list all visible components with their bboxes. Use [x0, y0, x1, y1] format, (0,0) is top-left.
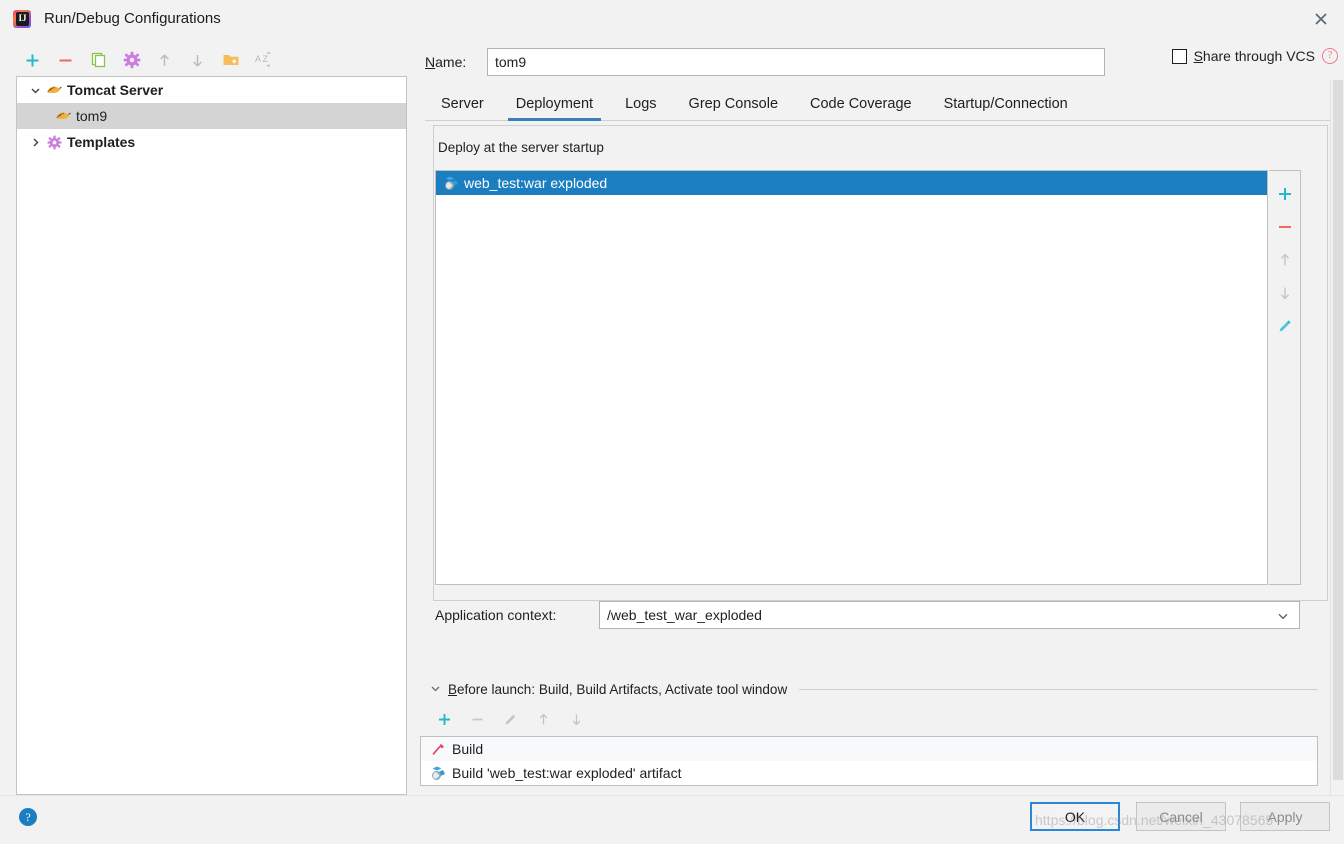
edit-artifact-button[interactable] — [1270, 309, 1300, 342]
list-item-label: Build 'web_test:war exploded' artifact — [452, 765, 682, 781]
list-item[interactable]: Build — [421, 737, 1317, 761]
share-through-vcs-row: Share through VCS ? — [1171, 48, 1338, 64]
hammer-icon — [429, 740, 447, 758]
intellij-idea-logo-icon: IJ — [13, 9, 31, 28]
remove-configuration-button[interactable] — [49, 45, 82, 75]
deploy-group-legend: Deploy at the server startup — [434, 140, 608, 155]
name-input[interactable] — [487, 48, 1105, 76]
configurations-toolbar: A Z — [16, 44, 406, 76]
tab-startup-connection[interactable]: Startup/Connection — [928, 87, 1084, 121]
deployment-side-toolbar — [1269, 170, 1301, 585]
move-up-button[interactable] — [148, 45, 181, 75]
help-icon[interactable]: ? — [19, 808, 37, 826]
gear-purple-icon — [45, 133, 63, 151]
run-debug-configurations-dialog: IJ Run/Debug Configurations A Z Tomcat S… — [0, 0, 1344, 844]
add-artifact-button[interactable] — [1270, 177, 1300, 210]
gear-icon[interactable] — [115, 45, 148, 75]
share-vcs-label: Share through VCS — [1193, 48, 1315, 64]
tab-grep-console[interactable]: Grep Console — [673, 87, 794, 121]
new-folder-button[interactable] — [214, 45, 247, 75]
dialog-scrollbar[interactable] — [1330, 80, 1344, 795]
tree-item-label: Templates — [67, 134, 136, 150]
remove-artifact-button[interactable] — [1270, 210, 1300, 243]
application-context-combobox[interactable]: /web_test_war_exploded — [599, 601, 1300, 629]
add-configuration-button[interactable] — [16, 45, 49, 75]
cancel-button[interactable]: Cancel — [1136, 802, 1226, 831]
tomcat-cat-icon — [45, 81, 63, 99]
title-bar: IJ Run/Debug Configurations — [0, 0, 1344, 37]
divider — [799, 688, 1318, 690]
remove-task-button[interactable] — [461, 706, 494, 732]
svg-text:Z: Z — [262, 54, 268, 64]
share-vcs-checkbox[interactable] — [1171, 48, 1187, 64]
deployment-artifact-list[interactable]: web_test:war exploded — [435, 170, 1268, 585]
before-launch-toolbar — [428, 706, 628, 732]
before-launch-header: Before launch: Build, Build Artifacts, A… — [428, 679, 1318, 699]
list-item-label: Build — [452, 741, 484, 757]
chevron-down-icon[interactable] — [25, 77, 45, 103]
tree-item-label: tom9 — [76, 108, 108, 124]
before-launch-title: Before launch: Build, Build Artifacts, A… — [448, 681, 788, 697]
apply-button[interactable]: Apply — [1240, 802, 1330, 831]
move-down-button[interactable] — [181, 45, 214, 75]
tree-item-tom9[interactable]: tom9 — [17, 103, 406, 129]
list-item[interactable]: Build 'web_test:war exploded' artifact — [421, 761, 1317, 785]
tab-deployment[interactable]: Deployment — [500, 87, 609, 121]
tab-server[interactable]: Server — [425, 87, 500, 121]
window-title: Run/Debug Configurations — [44, 10, 221, 27]
list-item[interactable]: web_test:war exploded — [436, 171, 1267, 195]
move-artifact-up-button[interactable] — [1270, 243, 1300, 276]
application-context-row: Application context: /web_test_war_explo… — [435, 601, 1300, 629]
artifact-icon — [429, 764, 447, 782]
application-context-value: /web_test_war_exploded — [607, 607, 762, 623]
edit-task-button[interactable] — [494, 706, 527, 732]
list-item-label: web_test:war exploded — [464, 175, 608, 191]
add-task-button[interactable] — [428, 706, 461, 732]
chevron-down-icon[interactable] — [428, 681, 442, 697]
before-launch-task-list[interactable]: Build Build 'web_test:war exploded' arti… — [420, 736, 1318, 786]
task-move-up-button[interactable] — [527, 706, 560, 732]
tree-item-label: Tomcat Server — [67, 82, 164, 98]
tomcat-cat-icon — [54, 107, 72, 125]
task-move-down-button[interactable] — [560, 706, 593, 732]
tree-item-templates[interactable]: Templates — [17, 129, 406, 155]
chevron-right-icon[interactable] — [25, 129, 45, 155]
tree-item-tomcat-server[interactable]: Tomcat Server — [17, 77, 406, 103]
svg-text:A: A — [255, 54, 261, 64]
dialog-footer: ? OK Cancel Apply — [0, 795, 1344, 844]
scrollbar-thumb[interactable] — [1333, 80, 1343, 780]
name-label: Name: — [425, 54, 467, 70]
close-icon[interactable] — [1298, 0, 1344, 37]
copy-configuration-button[interactable] — [82, 45, 115, 75]
vcs-help-icon[interactable]: ? — [1322, 48, 1338, 64]
configurations-tree[interactable]: Tomcat Server tom9 Templates — [16, 76, 407, 795]
move-artifact-down-button[interactable] — [1270, 276, 1300, 309]
artifact-icon — [442, 174, 460, 192]
tab-code-coverage[interactable]: Code Coverage — [794, 87, 928, 121]
tab-logs[interactable]: Logs — [609, 87, 672, 121]
tab-bar: Server Deployment Logs Grep Console Code… — [425, 87, 1344, 121]
ok-button[interactable]: OK — [1030, 802, 1120, 831]
application-context-label: Application context: — [435, 607, 557, 623]
chevron-down-icon[interactable] — [1277, 602, 1289, 630]
sort-az-icon[interactable]: A Z — [247, 45, 280, 75]
